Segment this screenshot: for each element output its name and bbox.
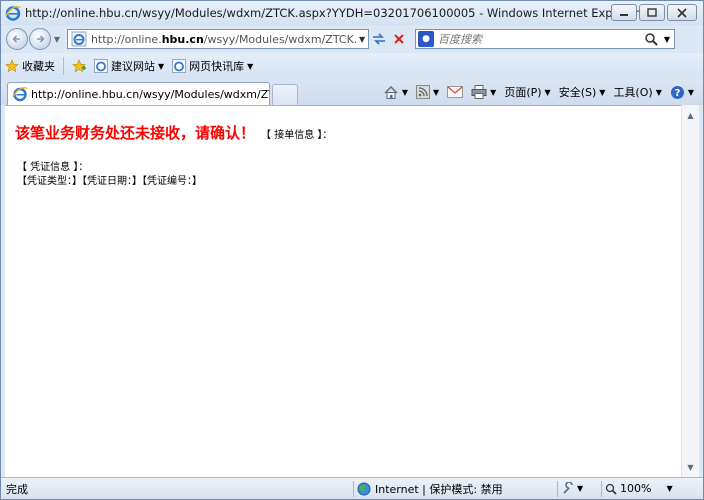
maximize-icon [647, 8, 657, 17]
tools-menu-button[interactable]: 工具(O) ▼ [610, 81, 664, 103]
add-to-favorites-bar-button[interactable] [68, 55, 90, 77]
title-bar: http://online.hbu.cn/wsyy/Modules/wdxm/Z… [1, 1, 703, 25]
chevron-down-icon: ▼ [490, 87, 497, 97]
protected-mode-button[interactable]: ▼ [561, 481, 584, 496]
address-dropdown-icon[interactable]: ▼ [356, 35, 368, 44]
add-favorite-star-icon [72, 59, 86, 73]
wrench-icon [563, 481, 573, 494]
chevron-down-icon: ▼ [655, 87, 662, 97]
favorites-star-icon [5, 59, 19, 73]
suggested-sites-label: 建议网站 [111, 60, 155, 73]
close-icon [677, 7, 687, 18]
chevron-down-icon: ▼ [544, 87, 551, 97]
search-icon[interactable] [642, 32, 660, 46]
voucher-info-label: 【 凭证信息 】： [17, 162, 89, 173]
tab-active[interactable]: http://online.hbu.cn/wsyy/Modules/wdxm/Z… [7, 82, 270, 105]
home-icon [384, 85, 398, 99]
safety-menu-label: 安全(S) [558, 86, 597, 99]
zoom-level: 100% [620, 482, 652, 495]
forward-arrow-icon [37, 35, 45, 43]
web-slice-gallery-link[interactable]: 网页快讯库 ▼ [168, 55, 257, 77]
status-divider [557, 481, 558, 497]
window-title: http://online.hbu.cn/wsyy/Modules/wdxm/Z… [25, 6, 640, 20]
chevron-down-icon: ▼ [687, 87, 694, 97]
stop-button[interactable] [389, 29, 409, 49]
address-bar[interactable]: http://online.hbu.cn/wsyy/Modules/wdxm/Z… [67, 29, 369, 49]
stop-x-icon [394, 34, 404, 44]
chevron-down-icon: ▼ [247, 61, 254, 71]
ie-logo-icon [5, 6, 21, 21]
status-divider [601, 481, 602, 497]
zoom-control[interactable]: 100% ▼ [605, 482, 673, 495]
tools-menu-label: 工具(O) [613, 86, 653, 99]
chevron-down-icon: ▼ [433, 87, 440, 97]
page-menu-label: 页面(P) [504, 86, 542, 99]
safety-menu-button[interactable]: 安全(S) ▼ [556, 81, 609, 103]
web-slice-gallery-label: 网页快讯库 [189, 60, 245, 73]
favorites-label: 收藏夹 [22, 60, 55, 73]
back-arrow-icon [12, 35, 20, 43]
page-content: 该笔业务财务处还未接收，请确认！ 【 接单信息 】： 【 凭证信息 】： 【凭证… [5, 105, 681, 477]
scroll-down-icon[interactable]: ▼ [682, 459, 699, 475]
ie-page-icon [172, 59, 187, 73]
chevron-down-icon: ▼ [599, 87, 606, 97]
browser-window: http://online.hbu.cn/wsyy/Modules/wdxm/Z… [0, 0, 704, 500]
warning-message: 该笔业务财务处还未接收，请确认！ [15, 124, 256, 142]
baidu-paw-icon: ● [418, 31, 434, 47]
favorites-bar: 收藏夹 建议网站 ▼ 网页快讯库 ▼ [1, 53, 703, 79]
mail-icon [447, 86, 464, 98]
status-divider [353, 481, 354, 497]
command-bar: ▼ ▼ ▼ 页面(P) ▼ 安全(S) ▼ 工具(O) ▼ ? ▼ [380, 79, 697, 105]
order-info-label: 【 接单信息 】： [261, 130, 333, 141]
chevron-down-icon: ▼ [666, 484, 673, 493]
page-menu-button[interactable]: 页面(P) ▼ [501, 81, 553, 103]
help-icon: ? [670, 85, 684, 99]
favorites-button[interactable]: 收藏夹 [1, 55, 59, 77]
globe-icon [357, 482, 371, 495]
minimize-icon [620, 13, 628, 16]
back-button[interactable] [6, 28, 28, 50]
tab-label: http://online.hbu.cn/wsyy/Modules/wdxm/Z… [31, 87, 270, 101]
chevron-down-icon: ▼ [401, 87, 409, 97]
suggested-sites-link[interactable]: 建议网站 ▼ [90, 55, 168, 77]
ie-page-icon [94, 59, 108, 73]
favorites-separator [63, 57, 64, 75]
refresh-arrows-icon [373, 33, 385, 45]
printer-icon [471, 85, 487, 99]
compatibility-view-button[interactable] [369, 29, 389, 49]
help-button[interactable]: ? ▼ [667, 81, 697, 103]
chevron-down-icon: ▼ [158, 61, 165, 71]
page-icon [71, 31, 87, 47]
search-input[interactable] [438, 32, 638, 46]
tab-row: http://online.hbu.cn/wsyy/Modules/wdxm/Z… [1, 79, 703, 105]
recent-pages-dropdown[interactable]: ▼ [51, 28, 63, 50]
zone-label: Internet | 保护模式: 禁用 [375, 482, 503, 496]
address-row: ▼ http://online.hbu.cn/wsyy/Modules/wdxm… [1, 25, 703, 53]
close-button[interactable] [667, 4, 697, 21]
address-url[interactable]: http://online.hbu.cn/wsyy/Modules/wdxm/Z… [91, 33, 356, 46]
chevron-down-icon: ▼ [577, 484, 584, 493]
maximize-button[interactable] [639, 4, 665, 21]
minimize-button[interactable] [611, 4, 637, 21]
svg-text:?: ? [674, 88, 680, 99]
rss-feed-icon [416, 85, 431, 99]
vertical-scrollbar[interactable]: ▲ ▼ [681, 105, 699, 477]
chevron-down-icon: ▼ [53, 34, 61, 44]
security-zone[interactable]: Internet | 保护模式: 禁用 [357, 481, 503, 497]
voucher-details-label: 【凭证类型：】【凭证日期：】【凭证编号：】 [17, 176, 202, 187]
new-tab-button[interactable] [272, 84, 298, 105]
scroll-up-icon[interactable]: ▲ [682, 107, 699, 123]
home-button[interactable]: ▼ [380, 81, 411, 103]
read-mail-button[interactable] [444, 81, 466, 103]
status-bar: 完成 Internet | 保护模式: 禁用 ▼ 100% ▼ [1, 477, 703, 499]
zoom-magnifier-icon [605, 483, 617, 495]
feeds-button[interactable]: ▼ [413, 81, 442, 103]
message-line: 该笔业务财务处还未接收，请确认！ 【 接单信息 】： [15, 122, 332, 143]
search-options-dropdown[interactable]: ▼ [660, 35, 674, 44]
ie-tab-icon [12, 87, 28, 102]
forward-button[interactable] [29, 28, 51, 50]
print-button[interactable]: ▼ [468, 81, 499, 103]
status-text: 完成 [6, 482, 28, 496]
search-box[interactable]: ● ▼ [415, 29, 675, 49]
